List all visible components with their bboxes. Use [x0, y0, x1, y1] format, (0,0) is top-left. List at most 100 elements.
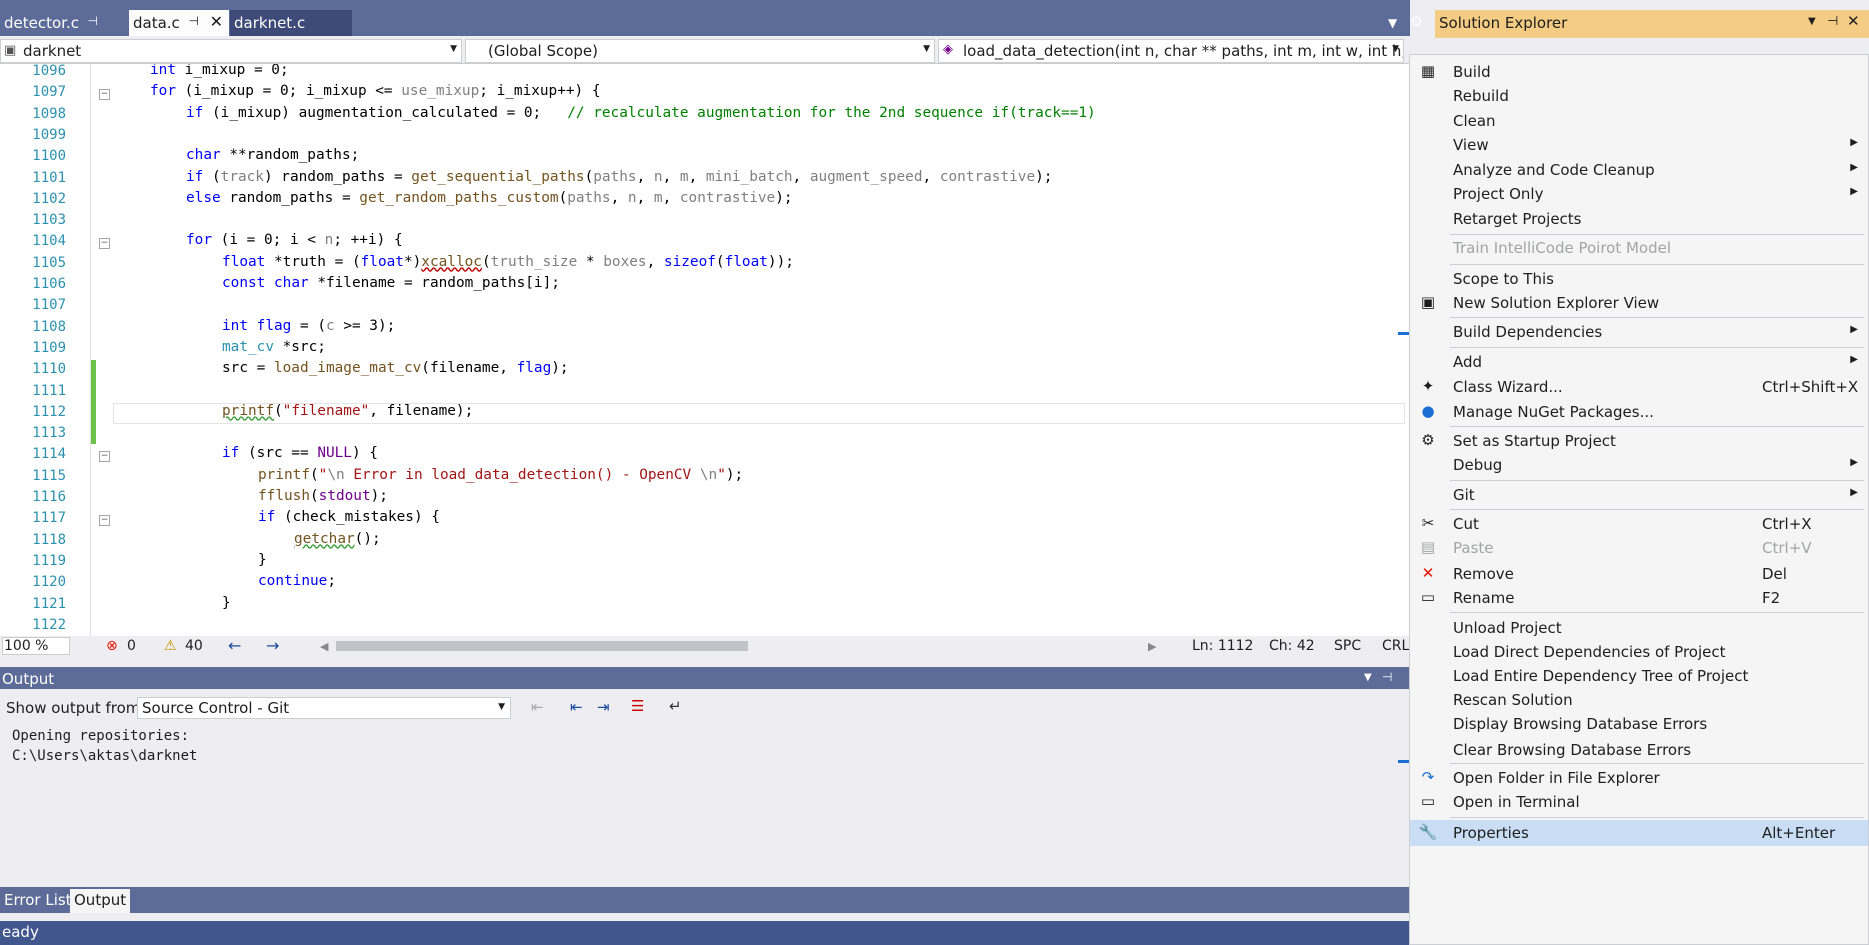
menu-item-rebuild[interactable]: Rebuild [1410, 83, 1868, 109]
warning-count[interactable]: 40 [185, 638, 203, 654]
menu-item-new-solution-explorer-view[interactable]: ▣ New Solution Explorer View [1410, 290, 1868, 316]
chevron-down-icon[interactable]: ▼ [1364, 672, 1372, 683]
next-message-icon[interactable]: ⇥ [597, 698, 610, 716]
collapse-icon[interactable]: − [99, 238, 110, 250]
scroll-right-icon[interactable]: ▶ [1148, 640, 1156, 653]
code-line[interactable]: printf("filename", filename); [222, 403, 473, 419]
code-line[interactable]: char **random_paths; [186, 147, 359, 163]
project-combo[interactable]: ▣ darknet ▼ [0, 39, 462, 63]
tab-data-c[interactable]: data.c ⊣ ✕ [129, 10, 229, 36]
collapse-icon[interactable]: − [99, 515, 110, 527]
find-message-icon[interactable]: ⇤ [531, 698, 544, 716]
menu-item-properties[interactable]: 🔧 Properties Alt+Enter [1410, 819, 1868, 846]
menu-item-train-intellicode-poirot-model[interactable]: Train IntelliCode Poirot Model [1410, 235, 1868, 261]
code-line[interactable]: if (check_mistakes) { [258, 509, 440, 525]
code-line[interactable]: int flag = (c >= 3); [222, 318, 395, 334]
menu-item-analyze-and-code-cleanup[interactable]: Analyze and Code Cleanup ▶ [1410, 157, 1868, 183]
code-line[interactable]: for (i_mixup = 0; i_mixup <= use_mixup; … [150, 83, 601, 99]
menu-item-scope-to-this[interactable]: Scope to This [1410, 266, 1868, 292]
pin-icon[interactable]: ⊣ [88, 14, 98, 28]
tab-darknet-c[interactable]: darknet.c [230, 10, 352, 36]
code-line[interactable]: else random_paths = get_random_paths_cus… [186, 190, 793, 206]
line-number: 1107 [32, 297, 66, 314]
menu-item-retarget-projects[interactable]: Retarget Projects [1410, 206, 1868, 232]
menu-item-remove[interactable]: ✕ Remove Del [1410, 561, 1868, 587]
menu-item-view[interactable]: View ▶ [1410, 132, 1868, 158]
set-as-startup-project-icon: ⚙ [1421, 431, 1435, 449]
change-bar [90, 64, 91, 636]
code-line[interactable]: src = load_image_mat_cv(filename, flag); [222, 360, 569, 376]
code-line[interactable]: } [222, 595, 231, 611]
code-line[interactable]: } [258, 552, 267, 568]
menu-item-clear-browsing-database-errors[interactable]: Clear Browsing Database Errors [1410, 737, 1868, 763]
menu-item-build[interactable]: ▦ Build [1410, 59, 1868, 85]
menu-item-debug[interactable]: Debug ▶ [1410, 452, 1868, 478]
collapse-icon[interactable]: − [99, 451, 110, 463]
line-number: 1099 [32, 126, 66, 143]
menu-item-paste[interactable]: ▤ Paste Ctrl+V [1410, 535, 1868, 561]
code-line[interactable]: for (i = 0; i < n; ++i) { [186, 232, 403, 248]
output-text[interactable]: Opening repositories: C:\Users\aktas\dar… [0, 726, 1410, 876]
cut-icon: ✂ [1421, 514, 1435, 533]
menu-item-load-entire-dependency-tree-of-project[interactable]: Load Entire Dependency Tree of Project [1410, 663, 1868, 689]
word-wrap-icon[interactable]: ↵ [669, 697, 682, 715]
menu-item-rescan-solution[interactable]: Rescan Solution [1410, 687, 1868, 713]
code-line[interactable]: continue; [258, 573, 336, 589]
chevron-down-icon[interactable]: ▼ [1808, 16, 1816, 27]
menu-item-clean[interactable]: Clean [1410, 108, 1868, 134]
menu-item-git[interactable]: Git ▶ [1410, 482, 1868, 508]
function-combo[interactable]: ◈ load_data_detection(int n, char ** path… [938, 39, 1404, 63]
menu-item-open-folder-in-file-explorer[interactable]: ↷ Open Folder in File Explorer [1410, 765, 1868, 791]
menu-item-manage-nuget-packages[interactable]: ● Manage NuGet Packages... [1410, 399, 1868, 425]
code-line[interactable]: getchar(); [294, 531, 381, 547]
code-line[interactable]: printf("\n Error in load_data_detection(… [258, 467, 743, 483]
pin-icon[interactable]: ⊣ [1382, 670, 1392, 684]
code-editor[interactable]: 1096 int i_mixup = 0; 1097 − for (i_mixup = … [0, 64, 1410, 636]
pin-icon[interactable]: ⊣ [1827, 14, 1838, 29]
menu-item-add[interactable]: Add ▶ [1410, 349, 1868, 375]
menu-item-class-wizard[interactable]: ✦ Class Wizard... Ctrl+Shift+X [1410, 374, 1868, 400]
menu-item-display-browsing-database-errors[interactable]: Display Browsing Database Errors [1410, 711, 1868, 737]
pin-icon[interactable]: ⊣ [189, 14, 199, 28]
line-number: 1098 [32, 105, 66, 122]
code-line[interactable]: if (track) random_paths = get_sequential… [186, 169, 1052, 185]
menu-item-label: Cut [1453, 515, 1479, 534]
close-icon[interactable]: ✕ [210, 12, 223, 31]
menu-item-cut[interactable]: ✂ Cut Ctrl+X [1410, 511, 1868, 537]
tab-output[interactable]: Output [70, 889, 131, 913]
menu-item-build-dependencies[interactable]: Build Dependencies ▶ [1410, 319, 1868, 345]
collapse-icon[interactable]: − [99, 89, 110, 101]
tab-overflow-chevron-icon[interactable]: ▼ [1388, 16, 1397, 30]
code-line[interactable]: mat_cv *src; [222, 339, 326, 355]
menu-item-load-direct-dependencies-of-project[interactable]: Load Direct Dependencies of Project [1410, 639, 1868, 665]
spacing-indicator[interactable]: SPC [1334, 638, 1361, 654]
menu-item-open-in-terminal[interactable]: ▭ Open in Terminal [1410, 789, 1868, 815]
tab-detector-c[interactable]: detector.c ⊣ [0, 10, 128, 36]
close-icon[interactable]: ✕ [1847, 12, 1860, 30]
zoom-combo[interactable]: 100 % [2, 637, 70, 655]
output-source-value: Source Control - Git [142, 699, 290, 717]
output-source-select[interactable]: Source Control - Git ▼ [137, 697, 511, 719]
arrow-left-icon[interactable]: ← [228, 636, 241, 655]
menu-item-label: Retarget Projects [1453, 209, 1582, 228]
error-count[interactable]: 0 [127, 638, 136, 654]
tab-error-list[interactable]: Error List [0, 889, 76, 913]
code-line[interactable]: int i_mixup = 0; [150, 64, 289, 78]
menu-item-set-as-startup-project[interactable]: ⚙ Set as Startup Project [1410, 428, 1868, 454]
menu-item-project-only[interactable]: Project Only ▶ [1410, 181, 1868, 207]
scope-combo[interactable]: (Global Scope) ▼ [465, 39, 935, 63]
code-line[interactable]: if (i_mixup) augmentation_calculated = 0… [186, 105, 1096, 121]
horizontal-scrollbar-thumb[interactable] [336, 641, 748, 651]
tab-label: detector.c [4, 14, 79, 32]
menu-item-rename[interactable]: ▭ Rename F2 [1410, 585, 1868, 611]
code-line[interactable]: if (src == NULL) { [222, 445, 378, 461]
gear-icon[interactable]: ⚙ [1410, 14, 1423, 30]
clear-all-icon[interactable]: ☰ [631, 697, 644, 715]
code-line[interactable]: float *truth = (float*)xcalloc(truth_siz… [222, 254, 794, 270]
arrow-right-icon[interactable]: → [266, 636, 279, 655]
menu-item-unload-project[interactable]: Unload Project [1410, 615, 1868, 641]
code-line[interactable]: const char *filename = random_paths[i]; [222, 275, 560, 291]
scroll-left-icon[interactable]: ◀ [320, 640, 328, 653]
previous-message-icon[interactable]: ⇤ [570, 698, 583, 716]
code-line[interactable]: fflush(stdout); [258, 488, 388, 504]
